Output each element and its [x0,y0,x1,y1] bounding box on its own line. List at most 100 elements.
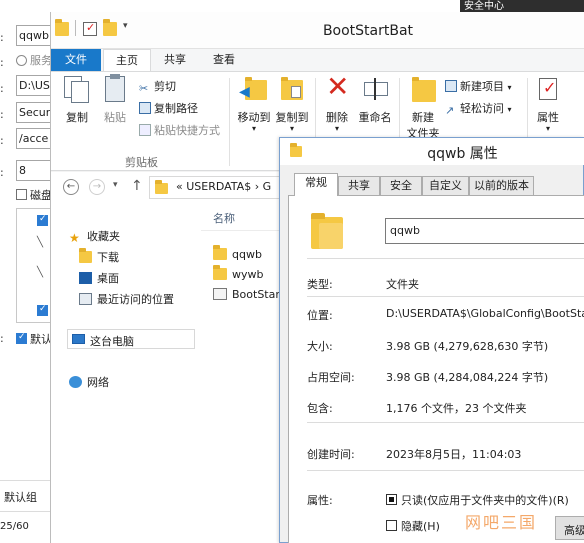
size-on-disk-value: 3.98 GB (4,284,084,224 字节) [386,371,549,384]
address-folder-icon [155,180,168,194]
attributes-label: 属性: [307,494,333,507]
bg-disk-checkbox[interactable] [16,189,27,200]
copy-path-icon [139,102,151,114]
bg-default-label: 默认 [30,333,52,346]
explorer-titlebar: ✓ ▾ BootStartBat [51,12,584,49]
nav-this-pc[interactable]: 这台电脑 [67,329,195,349]
file-row[interactable]: BootStart [213,288,284,301]
move-to-icon: ◀ [239,74,269,104]
copy-to-icon [277,74,307,104]
size-on-disk-label: 占用空间: [307,371,355,384]
address-segment[interactable]: USERDATA$ [186,180,251,193]
watermark-logo: 网吧三国 [465,513,538,532]
file-row[interactable]: wywb [213,265,264,281]
tab-customize[interactable]: 自定义 [422,176,469,195]
tab-general[interactable]: 常规 [294,173,338,196]
paste-icon [100,74,130,104]
star-icon: ★ [69,231,80,245]
back-arrow-icon[interactable]: ← [63,179,79,195]
downloads-folder-icon [79,248,92,263]
readonly-checkbox[interactable] [386,494,397,505]
tab-security[interactable]: 安全 [380,176,422,195]
tab-previous-versions[interactable]: 以前的版本 [469,176,534,195]
rename-button[interactable]: 重命名 [355,74,395,125]
tab-sharing[interactable]: 共享 [338,176,380,195]
created-label: 创建时间: [307,448,355,461]
contains-label: 包含: [307,402,333,415]
navigation-pane: ★ 收藏夹 下载 桌面 最近访问的位置 这台电脑 网络 [51,202,201,543]
copy-path-button[interactable]: 复制路径 [139,100,198,116]
easy-access-icon: ↗ [445,104,455,117]
location-value: D:\USERDATA$\GlobalConfig\BootSta [386,307,584,320]
delete-x-icon: ✕ [326,70,350,103]
move-to-button[interactable]: ◀ 移动到 ▾ [235,74,273,133]
delete-button[interactable]: ✕ 删除 ▾ [319,70,355,133]
desktop-icon [79,272,92,284]
nav-recent[interactable]: 最近访问的位置 [79,291,174,307]
properties-dialog: qqwb 属性 常规 共享 安全 自定义 以前的版本 qqwb 类型: 文件夹 … [279,137,584,543]
paste-shortcut-icon [139,124,151,136]
network-icon [69,376,82,388]
cut-button[interactable]: ✂ 剪切 [139,78,176,95]
folder-name-input[interactable]: qqwb [385,218,584,244]
advanced-button[interactable]: 高级 [555,516,584,540]
bg-group-tab[interactable]: 默认组 [4,489,37,505]
readonly-label: 只读(仅应用于文件夹中的文件)(R) [401,494,569,507]
properties-button[interactable]: ✓ 属性 ▾ [531,74,565,133]
location-label: 位置: [307,309,333,322]
folder-icon [213,265,227,280]
large-folder-icon [311,211,343,249]
batch-file-icon [213,288,227,300]
bg-disk-label: 磁盘 [30,189,52,202]
nav-desktop[interactable]: 桌面 [79,270,119,286]
dialog-titlebar: qqwb 属性 [280,138,584,165]
type-label: 类型: [307,278,333,291]
hidden-checkbox[interactable] [386,520,397,531]
hidden-label: 隐藏(H) [401,520,440,533]
nav-favorites[interactable]: ★ 收藏夹 [69,228,120,245]
scissors-icon: ✂ [139,82,149,95]
general-tab-panel: qqwb 类型: 文件夹 位置: D:\USERDATA$\GlobalConf… [288,195,584,543]
ribbon-tabs: 文件 主页 共享 查看 [51,49,584,71]
properties-icon: ✓ [533,74,563,104]
tab-view[interactable]: 查看 [201,49,247,71]
bg-tree-check-1[interactable] [37,214,48,226]
up-arrow-icon[interactable]: ↑ [131,178,143,194]
paste-button[interactable]: 粘贴 [97,74,133,125]
copy-icon [62,74,92,104]
copy-to-button[interactable]: 复制到 ▾ [273,74,311,133]
bg-page-count: 25/60 [0,521,29,532]
folder-icon [290,143,302,157]
tab-home[interactable]: 主页 [103,49,151,71]
tab-share[interactable]: 共享 [152,49,198,71]
new-folder-big-icon [408,74,438,104]
contains-value: 1,176 个文件，23 个文件夹 [386,402,527,415]
column-header-name[interactable]: 名称 [213,210,235,226]
bg-radio-label: 服务 [30,54,52,67]
folder-icon [213,245,227,260]
bg-tree-check-2[interactable] [37,304,48,316]
created-value: 2023年8月5日，11:04:03 [386,448,522,461]
size-value: 3.98 GB (4,279,628,630 字节) [386,340,549,353]
dialog-title: qqwb 属性 [427,146,498,162]
size-label: 大小: [307,340,333,353]
bg-default-checkbox[interactable] [16,332,27,344]
new-item-icon [445,80,457,92]
recent-dropdown-icon[interactable]: ▾ [113,180,118,190]
nav-network[interactable]: 网络 [69,374,109,390]
copy-button[interactable]: 复制 [59,74,95,125]
type-value: 文件夹 [386,278,419,291]
nav-downloads[interactable]: 下载 [79,248,119,265]
tab-file[interactable]: 文件 [51,49,101,71]
new-folder-button[interactable]: 新建 文件夹 [403,74,443,141]
easy-access-button[interactable]: ↗ 轻松访问 ▾ [445,100,512,117]
paste-shortcut-button[interactable]: 粘贴快捷方式 [139,122,220,138]
forward-arrow-icon[interactable]: → [89,179,105,195]
computer-icon [72,334,85,344]
file-row[interactable]: qqwb [213,245,262,261]
bg-radio[interactable] [16,55,27,66]
window-title: BootStartBat [322,23,414,39]
recent-places-icon [79,293,92,305]
rename-icon [360,74,390,104]
new-item-button[interactable]: 新建项目 ▾ [445,78,512,94]
